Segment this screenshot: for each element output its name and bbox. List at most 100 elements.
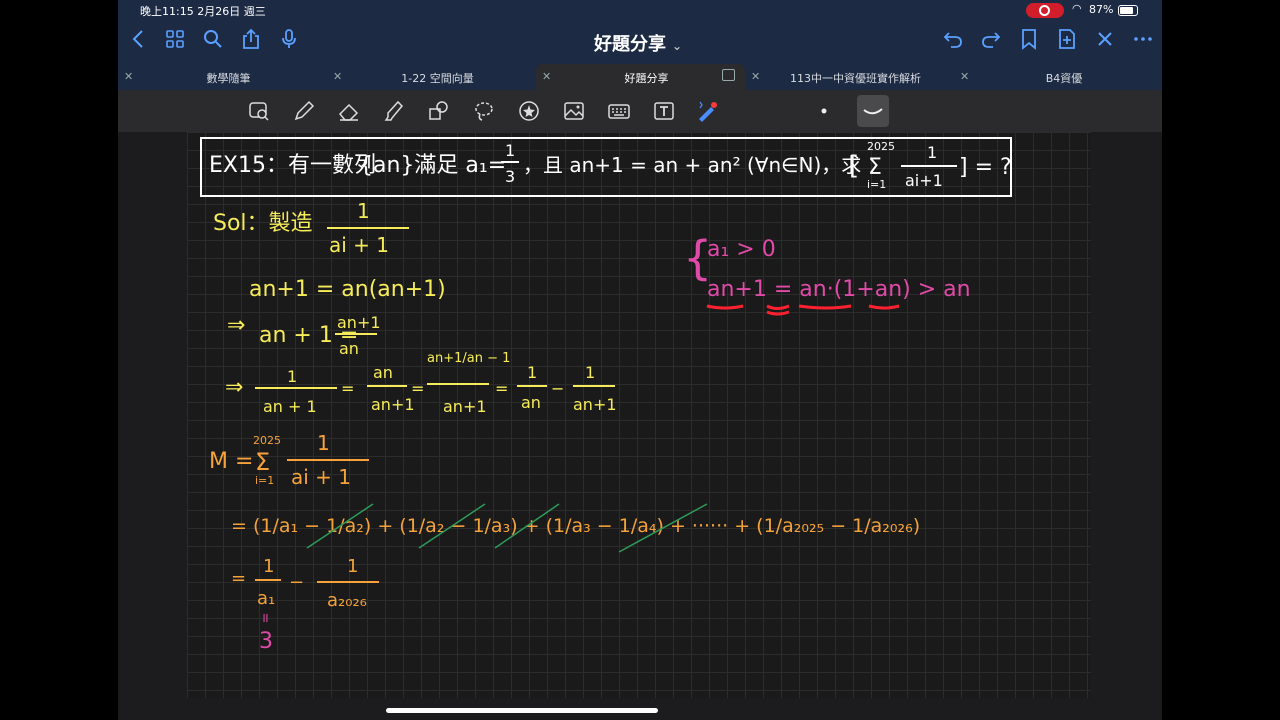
id-f5-den: an+1 [573, 395, 617, 414]
undo-icon[interactable] [940, 28, 966, 54]
tab-space-vectors[interactable]: ✕ 1-22 空間向量 [327, 64, 536, 90]
search-icon[interactable] [200, 28, 226, 54]
home-indicator[interactable] [386, 708, 658, 713]
id-eq: = [495, 379, 508, 398]
add-page-icon[interactable] [1054, 28, 1080, 54]
sum-upper: 2025 [867, 140, 895, 153]
sum-symbol: Σ [868, 155, 882, 180]
tab-close-icon[interactable]: ✕ [751, 70, 760, 83]
share-icon[interactable] [238, 28, 264, 54]
result-d2: a₂₀₂₆ [327, 590, 367, 611]
tab-close-icon[interactable]: ✕ [333, 70, 342, 83]
telescoping-sum: = (1/a₁ − 1/a₂) + (1/a₂ − 1/a₃) + (1/a₃ … [231, 515, 920, 537]
laser-pointer-icon[interactable] [695, 99, 721, 123]
battery-icon [1118, 5, 1138, 16]
close-icon[interactable] [1092, 28, 1118, 54]
lasso-icon[interactable] [472, 99, 498, 123]
tab-close-icon[interactable]: ✕ [960, 70, 969, 83]
id-f4-den: an [521, 393, 541, 412]
stroke-smooth-icon[interactable] [857, 95, 889, 127]
sol-label: Sol：製造 [213, 211, 313, 236]
positivity-note: a₁ > 0 [707, 237, 776, 262]
keyboard-icon[interactable] [607, 99, 633, 123]
m-sum-symbol: Σ [255, 448, 270, 476]
note-canvas[interactable]: EX15：有一數列 {an}滿足 a₁= 1 3 ，且 an+1 = an + … [187, 132, 1091, 698]
id-f4-num: 1 [527, 363, 537, 382]
sum-frac-num: 1 [927, 143, 937, 162]
m-sum-upper: 2025 [253, 434, 281, 447]
problem-fraction-num: 1 [505, 141, 515, 160]
id-eq: = [341, 379, 354, 398]
highlighter-icon[interactable] [382, 99, 408, 123]
tab-close-icon[interactable]: ✕ [542, 70, 551, 83]
wifi-icon: ◠ [1072, 2, 1082, 15]
tab-gifted-class[interactable]: ✕ 113中一中資優班實作解析 [745, 64, 954, 90]
dot-size-icon[interactable] [812, 99, 838, 123]
id-f2-den: an+1 [371, 395, 415, 414]
step-num: an+1 [337, 313, 381, 332]
id-f3-num: an+1/an − 1 [427, 351, 510, 366]
pen-icon[interactable] [292, 99, 318, 123]
id-f1-num: 1 [287, 367, 297, 386]
result-n2: 1 [347, 556, 358, 577]
back-icon[interactable] [126, 28, 152, 54]
step-den: an [339, 339, 359, 358]
image-icon[interactable] [562, 99, 588, 123]
screen-record-icon[interactable] [1026, 3, 1064, 18]
bookmark-icon[interactable] [1016, 28, 1042, 54]
id-f5-num: 1 [585, 363, 595, 382]
status-time: 晚上11:15 2月26日 週三 [140, 5, 266, 18]
m-lhs: M = [209, 449, 253, 474]
more-icon[interactable] [1130, 28, 1156, 54]
m-sum-lower: i=1 [255, 474, 274, 487]
text-tool-icon[interactable] [652, 99, 678, 123]
problem-text: ，且 an+1 = an + an² (∀n∈N)，求 [523, 153, 861, 177]
id-eq: = [411, 379, 424, 398]
status-bar: 晚上11:15 2月26日 週三 ◠ 87% [118, 0, 1162, 20]
tab-math-notes[interactable]: ✕ 數學隨筆 [118, 64, 327, 90]
problem-tail: ] = ? [959, 155, 1012, 180]
nav-bar: 好題分享 ⌄ [118, 20, 1162, 64]
sol-den: ai + 1 [329, 233, 389, 257]
m-den: ai + 1 [291, 465, 351, 489]
bracket-open: [ [849, 151, 859, 181]
redo-icon[interactable] [978, 28, 1004, 54]
id-minus: − [551, 379, 564, 398]
a1-value: 3 [259, 629, 273, 654]
tab-good-problems[interactable]: ✕ 好題分享 [536, 64, 745, 90]
lasso-zoom-icon[interactable] [247, 99, 273, 123]
sum-lower: i=1 [867, 178, 886, 191]
problem-text: EX15：有一數列 [209, 153, 376, 178]
split-view-icon[interactable] [722, 69, 735, 81]
drawing-toolbar [118, 90, 1162, 132]
result-eq: = [231, 568, 246, 589]
result-d1: a₁ [257, 588, 275, 609]
sum-frac-den: ai+1 [905, 171, 943, 190]
sticker-icon[interactable] [517, 99, 543, 123]
problem-fraction-den: 3 [505, 167, 515, 186]
id-f1-den: an + 1 [263, 397, 317, 416]
tab-close-icon[interactable]: ✕ [124, 70, 133, 83]
implies-arrow: ⇒ [225, 375, 243, 400]
grid-icon[interactable] [162, 28, 188, 54]
result-minus: − [289, 572, 304, 593]
ipad-screen: 晚上11:15 2月26日 週三 ◠ 87% 好題分享 ⌄ ✕ 數學隨筆 ✕ 1… [118, 0, 1162, 720]
monotonic-note: an+1 = an·(1+an) > an [707, 277, 971, 302]
sol-num: 1 [357, 199, 370, 223]
chevron-down-icon[interactable]: ⌄ [672, 39, 682, 53]
eraser-icon[interactable] [337, 99, 363, 123]
red-underlines [706, 304, 900, 316]
result-n1: 1 [263, 556, 274, 577]
id-f2-num: an [373, 363, 393, 382]
document-tabs: ✕ 數學隨筆 ✕ 1-22 空間向量 ✕ 好題分享 ✕ 113中一中資優班實作解… [118, 64, 1162, 90]
document-title[interactable]: 好題分享 ⌄ [538, 30, 738, 56]
problem-text: {an}滿足 a₁= [359, 153, 506, 178]
tab-b4-gifted[interactable]: ✕ B4資優 [954, 64, 1162, 90]
implies-arrow: ⇒ [227, 313, 245, 338]
recurrence: an+1 = an(an+1) [249, 277, 446, 302]
mic-icon[interactable] [276, 28, 302, 54]
id-f3-den: an+1 [443, 397, 487, 416]
shapes-icon[interactable] [427, 99, 453, 123]
battery-percent: 87% [1089, 3, 1114, 16]
equal-mark: ॥ [261, 611, 269, 626]
